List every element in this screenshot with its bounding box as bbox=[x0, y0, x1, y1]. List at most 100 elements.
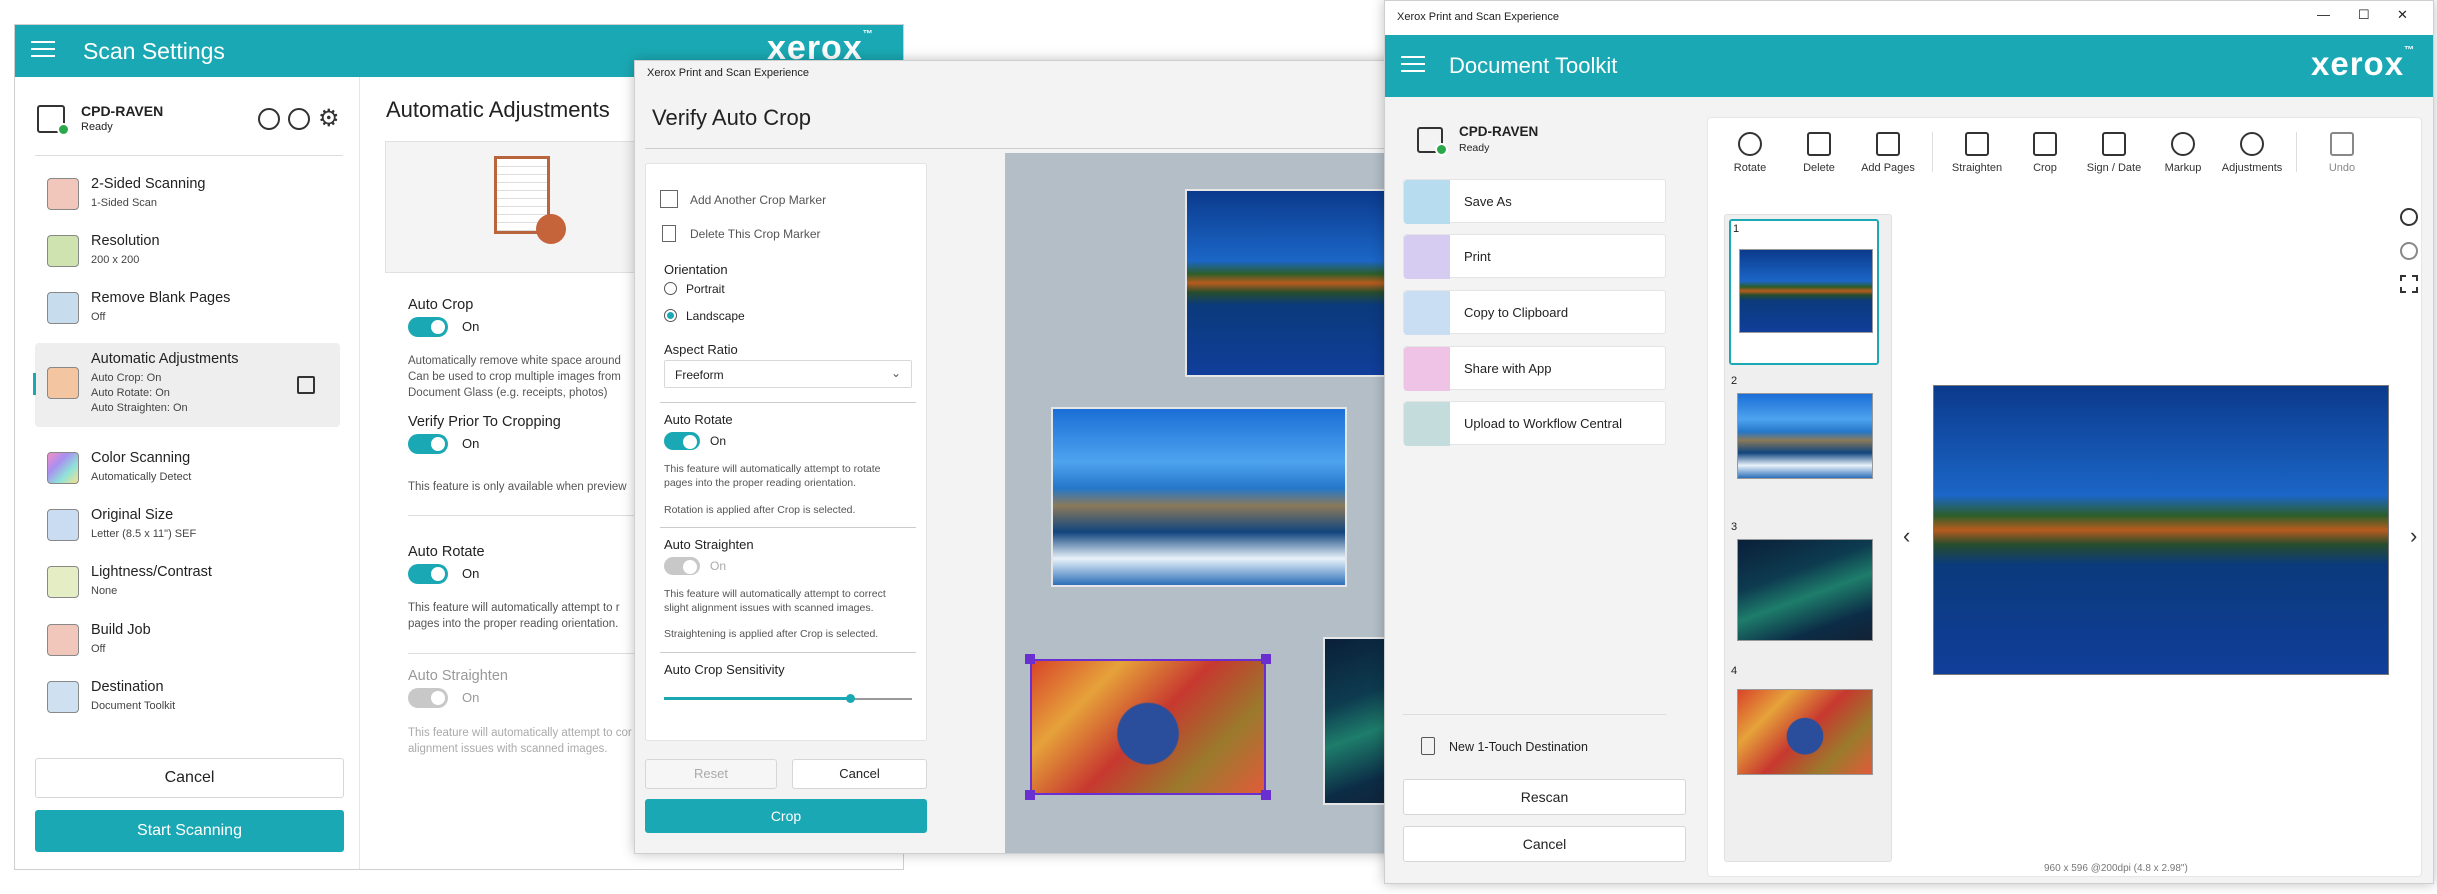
close-button[interactable]: ✕ bbox=[2397, 7, 2408, 23]
setting-two-sided[interactable]: 2-Sided Scanning 1-Sided Scan bbox=[35, 165, 340, 221]
markup-button[interactable]: Markup bbox=[2151, 132, 2215, 196]
rotate-icon bbox=[1738, 132, 1762, 156]
new-destination-icon[interactable] bbox=[1421, 737, 1435, 755]
setting-auto-adjust[interactable]: Automatic Adjustments Auto Crop: On Auto… bbox=[33, 343, 340, 427]
zoom-in-icon[interactable] bbox=[2400, 208, 2418, 226]
add-pages-button[interactable]: Add Pages bbox=[1856, 132, 1920, 196]
auto-crop-toggle[interactable] bbox=[408, 317, 448, 337]
auto-rotate-state: On bbox=[462, 566, 480, 581]
trash-icon[interactable] bbox=[662, 225, 676, 242]
fit-page-icon[interactable] bbox=[2400, 275, 2418, 293]
setting-build-job[interactable]: Build Job Off bbox=[35, 611, 340, 667]
page-number: 2 bbox=[1731, 375, 1738, 387]
setting-original-size[interactable]: Original Size Letter (8.5 x 11") SEF bbox=[35, 496, 340, 552]
page-thumb-1[interactable]: 1 bbox=[1729, 219, 1879, 365]
page-title: Document Toolkit bbox=[1449, 53, 1618, 78]
two-sided-icon bbox=[47, 178, 79, 210]
auto-straighten-desc: This feature will automatically attempt … bbox=[408, 727, 632, 755]
workflow-icon bbox=[1404, 402, 1450, 446]
verify-crop-window: Xerox Print and Scan Experience Verify A… bbox=[634, 60, 1406, 854]
hamburger-menu-icon[interactable] bbox=[31, 41, 55, 61]
undo-icon bbox=[2330, 132, 2354, 156]
portrait-label: Portrait bbox=[686, 282, 725, 296]
landscape-label: Landscape bbox=[686, 309, 745, 323]
aspect-ratio-label: Aspect Ratio bbox=[664, 342, 738, 357]
portrait-radio[interactable] bbox=[664, 282, 677, 295]
undo-button[interactable]: Undo bbox=[2310, 132, 2374, 196]
cancel-button[interactable]: Cancel bbox=[35, 758, 344, 798]
page-thumb-3[interactable] bbox=[1737, 539, 1873, 641]
search-device-icon[interactable] bbox=[288, 108, 310, 130]
next-page-icon[interactable]: › bbox=[2410, 523, 2417, 549]
start-scanning-button[interactable]: Start Scanning bbox=[35, 810, 344, 852]
crop-button[interactable]: Crop bbox=[645, 799, 927, 833]
hamburger-menu-icon[interactable] bbox=[1401, 56, 1425, 76]
new-destination-button[interactable]: New 1-Touch Destination bbox=[1449, 740, 1588, 754]
page-thumb-4[interactable] bbox=[1737, 689, 1873, 775]
page-title: Scan Settings bbox=[83, 38, 225, 64]
crop-handle-bottom-right[interactable] bbox=[1261, 790, 1271, 800]
setting-resolution[interactable]: Resolution 200 x 200 bbox=[35, 222, 340, 278]
device-name: CPD-RAVEN bbox=[1459, 124, 1539, 139]
toolkit-header: Document Toolkit xerox™ bbox=[1385, 35, 2433, 97]
setting-color[interactable]: Color Scanning Automatically Detect bbox=[35, 439, 340, 495]
add-crop-marker-icon[interactable] bbox=[660, 190, 678, 208]
slider-fill bbox=[664, 697, 850, 700]
maximize-button[interactable]: ☐ bbox=[2358, 7, 2370, 23]
add-crop-marker-button[interactable]: Add Another Crop Marker bbox=[690, 193, 826, 207]
auto-rotate-note: Rotation is applied after Crop is select… bbox=[664, 504, 856, 516]
crop-button[interactable]: Crop bbox=[2013, 132, 2077, 196]
crop-handle-top-left[interactable] bbox=[1025, 654, 1035, 664]
sensitivity-label: Auto Crop Sensitivity bbox=[664, 662, 785, 677]
straighten-icon bbox=[1965, 132, 1989, 156]
minimize-button[interactable]: — bbox=[2317, 7, 2330, 22]
share-app-button[interactable]: Share with App bbox=[1403, 346, 1666, 391]
sensitivity-slider[interactable] bbox=[664, 692, 912, 706]
slider-thumb[interactable] bbox=[846, 694, 855, 703]
verify-toggle[interactable] bbox=[408, 434, 448, 454]
print-button[interactable]: Print bbox=[1403, 234, 1666, 279]
pin-icon[interactable] bbox=[297, 376, 315, 394]
selection-indicator bbox=[33, 373, 36, 395]
zoom-out-icon[interactable] bbox=[2400, 242, 2418, 260]
crop-handle-top-right[interactable] bbox=[1261, 654, 1271, 664]
setting-destination[interactable]: Destination Document Toolkit bbox=[35, 668, 340, 724]
gear-icon[interactable]: ⚙ bbox=[318, 107, 342, 131]
scanned-photo-coast[interactable] bbox=[1051, 407, 1347, 587]
previous-page-icon[interactable]: ‹ bbox=[1903, 523, 1910, 549]
setting-lightness[interactable]: Lightness/Contrast None bbox=[35, 553, 340, 609]
rescan-button[interactable]: Rescan bbox=[1403, 779, 1686, 815]
device-ready-icon bbox=[1435, 143, 1448, 156]
crop-handle-bottom-left[interactable] bbox=[1025, 790, 1035, 800]
sign-date-button[interactable]: Sign / Date bbox=[2082, 132, 2146, 196]
cancel-button[interactable]: Cancel bbox=[792, 759, 927, 789]
scanned-photo-lake[interactable] bbox=[1185, 189, 1405, 377]
auto-adjust-icon bbox=[47, 367, 79, 399]
landscape-radio[interactable] bbox=[664, 309, 677, 322]
cancel-button[interactable]: Cancel bbox=[1403, 826, 1686, 862]
markup-icon bbox=[2171, 132, 2195, 156]
delete-button[interactable]: Delete bbox=[1787, 132, 1851, 196]
scanned-photo-grapes[interactable] bbox=[1030, 659, 1266, 795]
auto-rotate-toggle[interactable] bbox=[664, 432, 700, 450]
reset-icon[interactable] bbox=[258, 108, 280, 130]
copy-clipboard-button[interactable]: Copy to Clipboard bbox=[1403, 290, 1666, 335]
auto-straighten-state: On bbox=[462, 690, 480, 705]
save-as-button[interactable]: Save As bbox=[1403, 179, 1666, 224]
divider bbox=[359, 77, 360, 869]
setting-remove-blank[interactable]: Remove Blank Pages Off bbox=[35, 279, 340, 335]
straighten-button[interactable]: Straighten bbox=[1945, 132, 2009, 196]
toolbar: Rotate Delete Add Pages Straighten Crop … bbox=[1708, 118, 2423, 188]
auto-straighten-toggle bbox=[408, 688, 448, 708]
adjustments-button[interactable]: Adjustments bbox=[2220, 132, 2284, 196]
delete-crop-marker-button[interactable]: Delete This Crop Marker bbox=[690, 227, 821, 241]
upload-workflow-button[interactable]: Upload to Workflow Central bbox=[1403, 401, 1666, 446]
original-size-icon bbox=[47, 509, 79, 541]
aspect-ratio-select[interactable]: Freeform ⌄ bbox=[664, 360, 912, 388]
auto-straighten-toggle bbox=[664, 557, 700, 575]
auto-rotate-toggle[interactable] bbox=[408, 564, 448, 584]
rotate-button[interactable]: Rotate bbox=[1718, 132, 1782, 196]
page-thumb-2[interactable] bbox=[1737, 393, 1873, 479]
auto-straighten-label: Auto Straighten bbox=[408, 668, 508, 684]
auto-crop-state: On bbox=[462, 319, 480, 334]
